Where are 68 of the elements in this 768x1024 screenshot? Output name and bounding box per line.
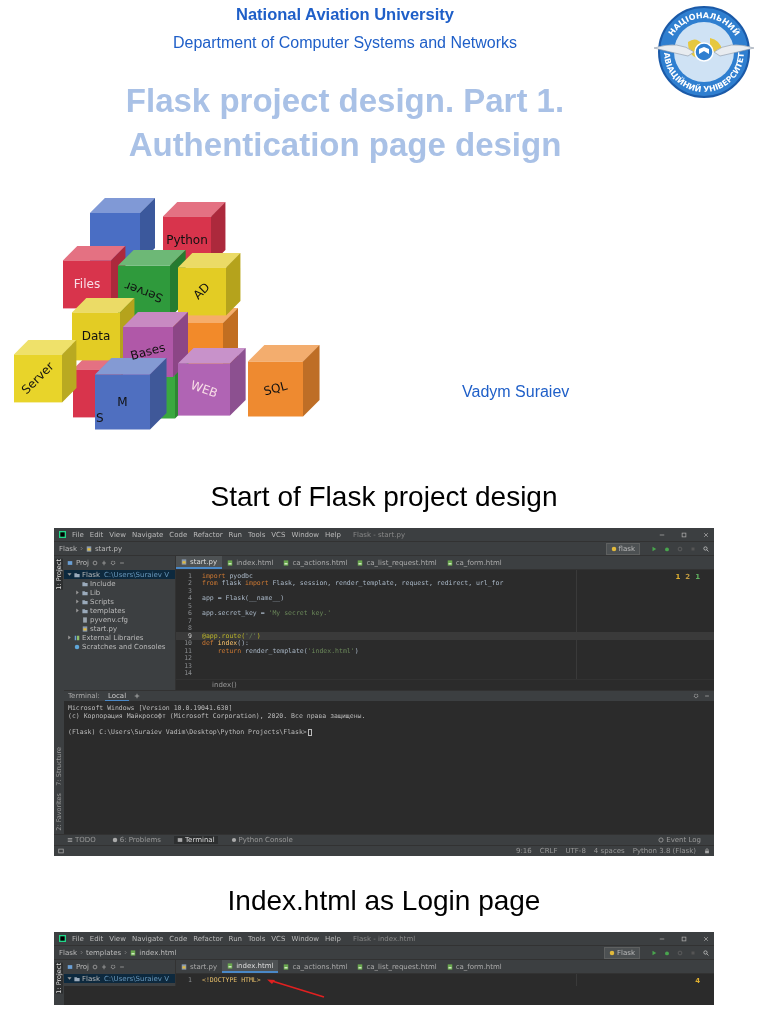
block-label: S	[96, 411, 104, 425]
python-file-icon	[181, 963, 187, 970]
library-icon	[74, 634, 80, 641]
close-icon[interactable]	[703, 531, 709, 538]
html-file-icon	[283, 963, 290, 970]
expand-arrow-icon[interactable]	[67, 976, 72, 981]
chevron-icon	[79, 546, 83, 551]
collapse-icon[interactable]	[101, 963, 108, 970]
run-icon[interactable]	[651, 949, 657, 956]
debug-icon[interactable]	[664, 545, 670, 552]
pointer-arrow	[266, 978, 326, 998]
slide-heading: Index.html as Login page	[227, 884, 541, 918]
html-file-icon	[357, 559, 364, 566]
expand-arrow-icon[interactable]	[67, 635, 72, 640]
minimize-icon[interactable]	[659, 531, 665, 538]
presentation-title-line: Authentication page design	[127, 125, 563, 165]
presentation-title-line: Flask project design. Part 1.	[124, 81, 566, 121]
minimize-icon[interactable]	[704, 693, 710, 699]
gear-icon[interactable]	[110, 559, 117, 566]
block-label: SQL	[262, 378, 289, 399]
restore-icon[interactable]	[681, 935, 687, 942]
html-file-icon	[130, 949, 137, 956]
debug-icon[interactable]	[664, 949, 670, 956]
target-icon[interactable]	[92, 559, 99, 566]
html-file-icon	[227, 559, 234, 566]
minimize-icon[interactable]	[659, 935, 665, 942]
slide-heading: Start of Flask project design	[210, 480, 558, 514]
add-icon[interactable]	[134, 693, 141, 699]
list-icon	[67, 837, 73, 843]
html-file-icon	[446, 559, 453, 566]
collapse-icon[interactable]	[101, 559, 108, 566]
search-icon[interactable]	[703, 545, 709, 552]
html-file-icon	[283, 559, 290, 566]
run-icon[interactable]	[651, 545, 657, 552]
html-file-icon	[227, 962, 234, 969]
html-file-icon	[357, 963, 364, 970]
panel-icon[interactable]	[58, 848, 64, 854]
scratch-icon	[74, 643, 80, 650]
university-name: National Aviation University	[235, 4, 455, 24]
block-label: Python	[166, 232, 208, 247]
block-label: M	[117, 394, 128, 409]
close-icon[interactable]	[703, 935, 709, 942]
block-label: Files	[73, 276, 101, 291]
python-file-icon	[82, 625, 88, 632]
python-file-icon	[85, 545, 92, 552]
app-icon	[59, 531, 66, 538]
block-label: Bases	[128, 340, 167, 363]
file-icon	[82, 616, 88, 623]
app-icon	[59, 935, 66, 942]
gear-icon[interactable]	[110, 963, 117, 970]
chevron-icon	[79, 950, 83, 955]
lock-icon[interactable]	[704, 848, 710, 854]
block-label: AD	[190, 279, 213, 303]
text-cursor	[307, 728, 312, 736]
minimize-icon[interactable]	[119, 963, 126, 970]
html-file-icon	[446, 963, 453, 970]
minimize-icon[interactable]	[119, 559, 126, 566]
department-name: Department of Computer Systems and Networks	[171, 33, 519, 53]
target-icon[interactable]	[92, 963, 99, 970]
chevron-icon	[124, 950, 128, 955]
expand-arrow-icon[interactable]	[67, 572, 72, 577]
gear-icon[interactable]	[693, 693, 699, 699]
python-file-icon	[181, 558, 187, 565]
block-label: Data	[81, 328, 111, 343]
restore-icon[interactable]	[681, 531, 687, 538]
search-icon[interactable]	[703, 949, 709, 956]
author-name: Vadym Suraiev	[462, 383, 570, 401]
block-label: WEB	[188, 377, 220, 401]
